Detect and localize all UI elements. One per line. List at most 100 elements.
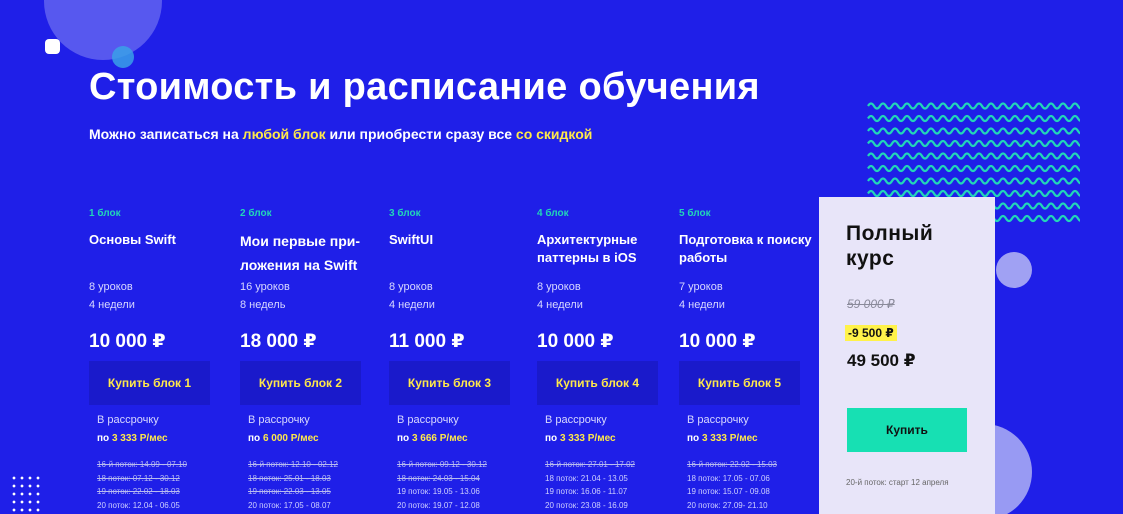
wave-line bbox=[867, 102, 1080, 110]
installment-label: В рассрочку bbox=[397, 414, 459, 426]
block-column-4: 4 блок Архитектурные паттерны в iOS 8 урок… bbox=[537, 208, 677, 510]
block-lessons: 8 уроков bbox=[89, 281, 133, 293]
stream-item: 16-й поток: 12.10 - 02.12 bbox=[248, 460, 338, 469]
stream-item: 18 поток: 25.01 - 18.03 bbox=[248, 473, 331, 483]
stream-item: 19 поток: 19.05 - 13.06 bbox=[397, 487, 480, 496]
block-weeks: 8 недель bbox=[240, 299, 286, 311]
stream-item: 16-й поток: 27.01 - 17.02 bbox=[545, 460, 635, 469]
decor-dot-teal bbox=[112, 46, 134, 68]
full-course-discount: -9 500 ₽ bbox=[845, 325, 897, 341]
page-subtitle: Можно записаться на любой блок или приоб… bbox=[89, 126, 592, 142]
installment-value: 6 000 Р/мес bbox=[262, 433, 319, 444]
wave-line bbox=[867, 139, 1080, 148]
decor-circle-small bbox=[996, 252, 1032, 288]
full-course-old-price: 59 000 ₽ bbox=[847, 297, 895, 311]
block-column-1: 1 блок Основы Swift 8 уроков 4 недели 10 000… bbox=[89, 208, 229, 510]
block-number: 2 блок bbox=[240, 208, 272, 219]
installment-price: по 6 000 Р/мес bbox=[248, 433, 319, 444]
installment-price: по 3 333 Р/мес bbox=[545, 433, 616, 444]
wave-line bbox=[867, 189, 1080, 198]
installment-prefix: по bbox=[545, 433, 560, 444]
wave-line bbox=[867, 164, 1080, 173]
block-title: SwiftUI bbox=[389, 232, 434, 247]
stream-item: 18 поток: 07.12 - 30.12 bbox=[97, 473, 180, 483]
subtitle-highlight-any-block: любой блок bbox=[242, 126, 326, 142]
installment-prefix: по bbox=[687, 433, 702, 444]
block-meta: 8 уроков 4 недели bbox=[389, 278, 435, 314]
wave-line bbox=[867, 152, 1080, 160]
block-column-3: 3 блок SwiftUI 8 уроков 4 недели 11 000 ₽ Куп… bbox=[389, 208, 529, 510]
block-title: Основы Swift bbox=[89, 232, 176, 247]
streams-list: 16-й поток: 14.09 - 07.10 18 поток: 07.12… bbox=[97, 458, 187, 512]
stream-item: 19 поток: 15.07 - 09.08 bbox=[687, 487, 770, 496]
stream-item: 20 поток: 12.04 - 06.05 bbox=[97, 500, 180, 510]
installment-label: В рассрочку bbox=[97, 414, 159, 426]
block-meta: 7 уроков 4 недели bbox=[679, 278, 725, 314]
block-price: 10 000 ₽ bbox=[89, 331, 166, 352]
block-lessons: 8 уроков bbox=[389, 281, 433, 293]
full-course-start-note: 20-й поток: старт 12 апреля bbox=[846, 478, 949, 487]
block-meta: 8 уроков 4 недели bbox=[89, 278, 135, 314]
stream-item: 19 поток: 22.02 - 18.03 bbox=[97, 487, 180, 496]
streams-list: 16-й поток: 27.01 - 17.02 18 поток: 21.04… bbox=[545, 458, 635, 512]
full-course-title: Полный курс bbox=[846, 221, 933, 271]
stream-item: 20 поток: 19.07 - 12.08 bbox=[397, 500, 480, 510]
streams-list: 16-й поток: 22.02 - 15.03 18 поток: 17.05… bbox=[687, 458, 777, 512]
wave-line bbox=[867, 114, 1080, 123]
stream-item: 18 поток: 17.05 - 07.06 bbox=[687, 473, 770, 483]
wave-line bbox=[867, 127, 1080, 135]
decor-dot-white bbox=[45, 39, 60, 54]
installment-prefix: по bbox=[97, 433, 112, 444]
block-column-5: 5 блок Подготовка к поиску работы 7 уроков… bbox=[679, 208, 819, 510]
stream-item: 18 поток: 24.03 - 15.04 bbox=[397, 473, 480, 483]
stream-item: 19 поток: 22.03 - 13.05 bbox=[248, 487, 331, 496]
installment-prefix: по bbox=[397, 433, 412, 444]
subtitle-text-2: или приобрести сразу все bbox=[325, 126, 516, 142]
stream-item: 19 поток: 16.06 - 11.07 bbox=[545, 487, 628, 496]
stream-item: 16-й поток: 14.09 - 07.10 bbox=[97, 460, 187, 469]
buy-block-5-button[interactable]: Купить блок 5 bbox=[679, 361, 800, 405]
stream-item: 16-й поток: 22.02 - 15.03 bbox=[687, 460, 777, 469]
stream-item: 20 поток: 23.08 - 16.09 bbox=[545, 500, 628, 510]
buy-block-3-button[interactable]: Купить блок 3 bbox=[389, 361, 510, 405]
full-course-title-line1: Полный bbox=[846, 222, 934, 245]
installment-prefix: по bbox=[248, 433, 263, 444]
installment-value: 3 333 Р/мес bbox=[111, 433, 168, 444]
full-course-title-line2: курс bbox=[846, 247, 895, 270]
installment-label: В рассрочку bbox=[248, 414, 310, 426]
installment-label: В рассрочку bbox=[687, 414, 749, 426]
block-number: 3 блок bbox=[389, 208, 421, 219]
block-lessons: 8 уроков bbox=[537, 281, 581, 293]
subtitle-highlight-discount: со скидкой bbox=[515, 126, 593, 142]
installment-label: В рассрочку bbox=[545, 414, 607, 426]
block-lessons: 7 уроков bbox=[679, 281, 723, 293]
buy-block-2-button[interactable]: Купить блок 2 bbox=[240, 361, 361, 405]
block-title: Подготовка к поиску работы bbox=[679, 232, 812, 265]
block-title: Архитектурные паттерны в iOS bbox=[537, 232, 638, 265]
block-number: 5 блок bbox=[679, 208, 711, 219]
block-weeks: 4 недели bbox=[537, 299, 583, 311]
buy-block-4-button[interactable]: Купить блок 4 bbox=[537, 361, 658, 405]
stream-item: 18 поток: 21.04 - 13.05 bbox=[545, 473, 628, 483]
block-meta: 8 уроков 4 недели bbox=[537, 278, 583, 314]
block-number: 1 блок bbox=[89, 208, 121, 219]
block-title: Мои первые при-ложения на Swift bbox=[240, 233, 361, 273]
streams-list: 16-й поток: 12.10 - 02.12 18 поток: 25.01… bbox=[248, 458, 338, 512]
buy-block-1-button[interactable]: Купить блок 1 bbox=[89, 361, 210, 405]
streams-list: 16-й поток: 09.12 - 30.12 18 поток: 24.03… bbox=[397, 458, 487, 512]
decor-dots-grid bbox=[10, 474, 42, 514]
installment-value: 3 666 Р/мес bbox=[411, 433, 468, 444]
installment-value: 3 333 Р/мес bbox=[559, 433, 616, 444]
block-price: 18 000 ₽ bbox=[240, 331, 317, 352]
installment-value: 3 333 Р/мес bbox=[701, 433, 758, 444]
installment-price: по 3 333 Р/мес bbox=[97, 433, 168, 444]
block-price: 11 000 ₽ bbox=[389, 331, 465, 352]
subtitle-text-1: Можно записаться на bbox=[89, 126, 243, 142]
block-weeks: 4 недели bbox=[389, 299, 435, 311]
full-course-buy-button[interactable]: Купить bbox=[847, 408, 967, 452]
stream-item: 20 поток: 27.09- 21.10 bbox=[687, 500, 768, 510]
block-lessons: 16 уроков bbox=[240, 281, 290, 293]
stream-item: 20 поток: 17.05 - 08.07 bbox=[248, 500, 331, 510]
block-weeks: 4 недели bbox=[679, 299, 725, 311]
full-course-card: Полный курс 59 000 ₽ -9 500 ₽ 49 500 ₽ К… bbox=[819, 197, 995, 514]
